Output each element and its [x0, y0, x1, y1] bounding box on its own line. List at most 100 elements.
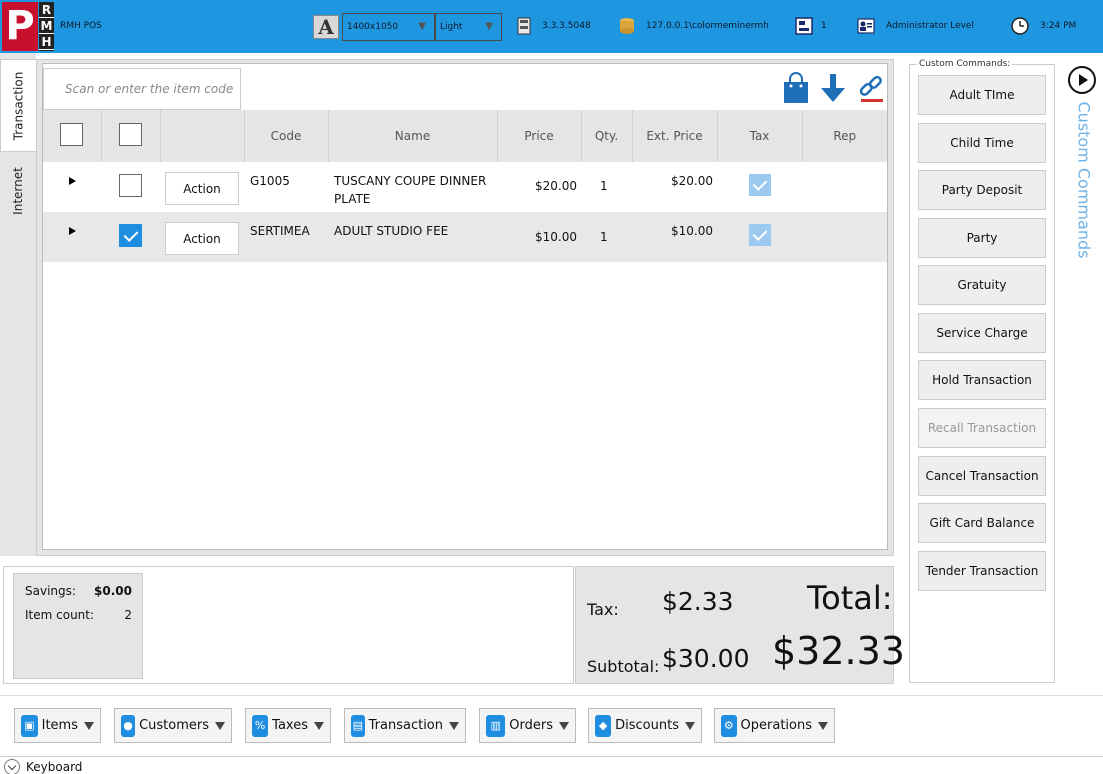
expand-arrow-icon[interactable]	[68, 177, 76, 185]
ext-price-header[interactable]: Ext. Price	[632, 110, 718, 162]
total-value: $32.33	[772, 629, 905, 673]
gift-card-balance-button[interactable]: Gift Card Balance	[918, 503, 1046, 543]
custom-commands-vertical-tab[interactable]: Custom Commands	[1070, 102, 1094, 259]
discounts-menu-button[interactable]: ◆ Discounts	[588, 708, 702, 743]
party-button[interactable]: Party	[918, 218, 1046, 258]
tender-transaction-button[interactable]: Tender Transaction	[918, 551, 1046, 591]
resolution-value: 1400x1050	[347, 22, 399, 32]
orders-menu-button[interactable]: ▥ Orders	[479, 708, 576, 743]
action-button[interactable]: Action	[165, 222, 239, 255]
action-button[interactable]: Action	[165, 172, 239, 205]
select-all-header[interactable]	[43, 110, 102, 162]
row-select-cell[interactable]	[101, 162, 160, 212]
chevron-down-icon	[818, 721, 828, 730]
row-qty: 1	[600, 179, 608, 193]
service-charge-button[interactable]: Service Charge	[918, 313, 1046, 353]
tab-transaction-label: Transaction	[11, 71, 26, 140]
arrow-down-icon[interactable]	[819, 72, 847, 104]
custom-commands-vertical-label: Custom Commands	[1074, 101, 1094, 259]
expand-arrow-icon[interactable]	[68, 227, 76, 235]
chevron-down-icon: ▼	[418, 21, 426, 32]
tag-icon: ◆	[595, 714, 612, 737]
tab-transaction[interactable]: Transaction	[0, 59, 36, 152]
version-text: 3.3.3.5048	[542, 21, 591, 31]
user-level-text: Administrator Level	[886, 21, 974, 31]
table-row[interactable]: Action G1005 TUSCANY COUPE DINNER PLATE …	[43, 162, 887, 212]
row-ext-price: $10.00	[632, 212, 717, 262]
operations-label: Operations	[740, 718, 812, 733]
party-deposit-button[interactable]: Party Deposit	[918, 170, 1046, 210]
app-name: RMH POS	[60, 21, 102, 31]
qty-header[interactable]: Qty.	[581, 110, 633, 162]
orders-icon: ▥	[486, 714, 506, 737]
row-rep	[802, 212, 887, 262]
row-checkbox-checked[interactable]	[119, 224, 142, 247]
transaction-label: Transaction	[368, 718, 443, 733]
row-qty: 1	[581, 212, 632, 262]
savings-label: Savings:	[25, 584, 76, 598]
link-icon[interactable]	[857, 72, 885, 104]
table-row[interactable]: Action SERTIMEA ADULT STUDIO FEE $10.00 …	[43, 212, 887, 262]
chevron-down-icon: ▼	[485, 21, 493, 32]
name-header[interactable]: Name	[328, 110, 498, 162]
chevron-down-icon	[685, 721, 695, 730]
register-icon	[795, 17, 813, 35]
logo-letter: M	[39, 19, 54, 34]
items-icon: ▣	[21, 714, 38, 737]
header-checkbox[interactable]	[119, 123, 142, 146]
font-icon[interactable]: A	[313, 15, 339, 39]
tab-internet[interactable]: Internet	[0, 153, 36, 228]
rmh-logo: P R M H	[2, 2, 54, 51]
child-time-button[interactable]: Child Time	[918, 123, 1046, 163]
tax-checkbox[interactable]	[748, 224, 771, 246]
adult-time-button[interactable]: Adult TIme	[918, 75, 1046, 115]
code-header[interactable]: Code	[244, 110, 329, 162]
transaction-menu-button[interactable]: ▤ Transaction	[344, 708, 466, 743]
savings-box: Savings: $0.00 Item count: 2	[13, 573, 143, 679]
shopping-bag-icon[interactable]	[782, 72, 810, 104]
scan-item-input[interactable]	[43, 68, 241, 110]
totals-panel: Tax: $2.33 Subtotal: $30.00 Total: $32.3…	[575, 566, 905, 684]
row-expander-cell[interactable]	[43, 162, 101, 212]
resolution-select[interactable]: 1400x1050 ▼	[342, 13, 435, 41]
total-label: Total:	[807, 579, 893, 617]
rep-header[interactable]: Rep	[802, 110, 887, 162]
operations-menu-button[interactable]: ⚙ Operations	[714, 708, 835, 743]
tax-checkbox[interactable]	[748, 174, 771, 196]
row-tax-cell[interactable]	[717, 162, 802, 212]
hold-transaction-button[interactable]: Hold Transaction	[918, 360, 1046, 400]
clock-icon	[1011, 17, 1029, 35]
row-checkbox[interactable]	[119, 174, 142, 197]
row-ext-price: $20.00	[671, 174, 713, 188]
items-label: Items	[41, 718, 78, 733]
discounts-label: Discounts	[615, 718, 679, 733]
price-header[interactable]: Price	[497, 110, 582, 162]
row-tax-cell[interactable]	[717, 212, 802, 262]
items-menu-button[interactable]: ▣ Items	[14, 708, 101, 743]
line-items-grid: Code Name Price Qty. Ext. Price Tax Rep …	[43, 110, 887, 262]
play-icon[interactable]	[1068, 66, 1096, 94]
logo-letter: H	[39, 34, 54, 50]
tax-header[interactable]: Tax	[717, 110, 803, 162]
theme-select[interactable]: Light ▼	[435, 13, 502, 41]
vertical-tabs: Transaction Internet	[0, 53, 36, 556]
row-select-cell[interactable]	[101, 212, 160, 262]
item-count-value: 2	[124, 608, 132, 622]
select-all-checkbox[interactable]	[60, 123, 84, 146]
subtotal-label: Subtotal:	[587, 657, 660, 676]
user-icon	[857, 18, 875, 34]
customers-menu-button[interactable]: ● Customers	[114, 708, 232, 743]
customers-label: Customers	[139, 718, 209, 733]
cancel-transaction-button[interactable]: Cancel Transaction	[918, 456, 1046, 496]
gratuity-button[interactable]: Gratuity	[918, 265, 1046, 305]
row-expander-cell[interactable]	[43, 212, 101, 262]
check-header[interactable]	[101, 110, 161, 162]
database-icon	[620, 18, 634, 34]
register-text: 1	[821, 21, 827, 31]
orders-label: Orders	[509, 718, 553, 733]
taxes-menu-button[interactable]: % Taxes	[245, 708, 331, 743]
keyboard-bar[interactable]: Keyboard	[0, 756, 1103, 774]
row-name: ADULT STUDIO FEE	[328, 212, 497, 262]
chevron-down-circle-icon[interactable]	[4, 759, 20, 774]
subtotal-value: $30.00	[662, 644, 750, 673]
